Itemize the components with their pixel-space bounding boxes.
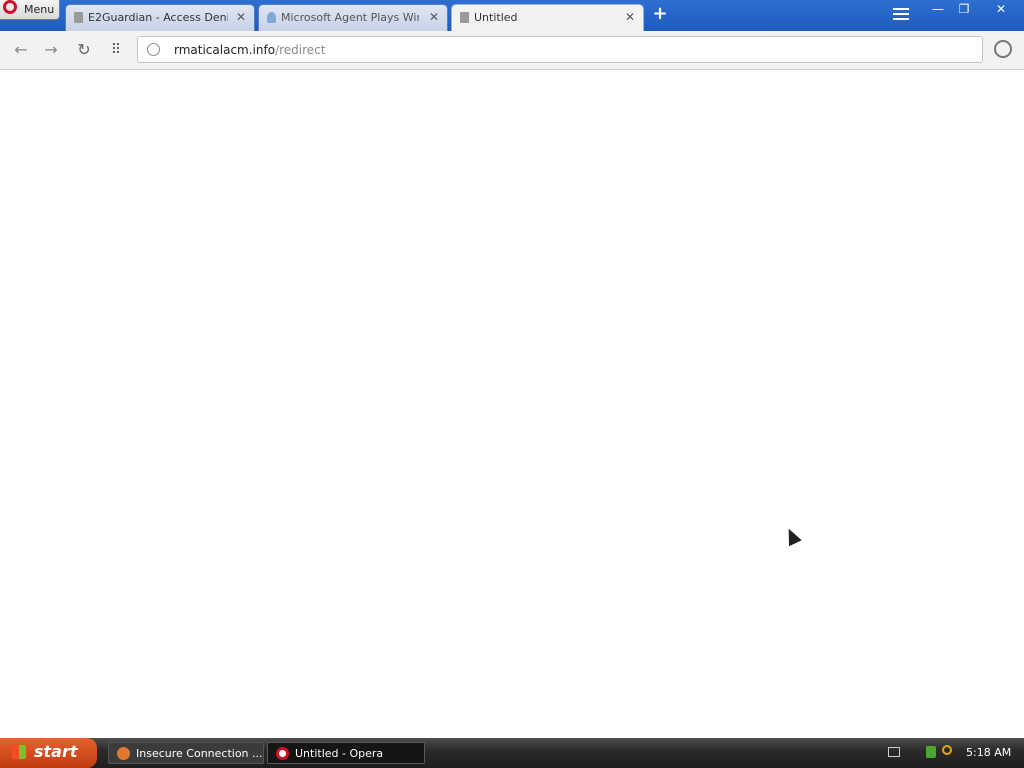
url-text: rmaticalacm.info/redirect	[174, 43, 325, 57]
tab-microsoft-agent[interactable]: Microsoft Agent Plays Windo ✕	[258, 4, 448, 31]
close-tab-icon[interactable]: ✕	[429, 10, 439, 24]
url-host: rmaticalacm.info	[174, 43, 276, 57]
tab-title: E2Guardian - Access Denied	[88, 11, 228, 24]
agent-icon	[267, 12, 276, 23]
start-button[interactable]: start	[0, 738, 97, 768]
tab-strip: Menu E2Guardian - Access Denied ✕ Micros…	[0, 0, 1024, 31]
network-icon[interactable]	[926, 746, 936, 758]
navigation-toolbar: ← → ↻ ⠿ rmaticalacm.info/redirect	[0, 31, 1024, 70]
search-icon[interactable]	[942, 745, 952, 755]
grid-icon[interactable]: ⠿	[107, 41, 125, 59]
opera-menu-button[interactable]: Menu	[0, 0, 60, 20]
address-bar[interactable]: rmaticalacm.info/redirect	[137, 36, 983, 63]
close-window-button[interactable]: ✕	[990, 0, 1012, 18]
new-tab-button[interactable]: +	[651, 5, 669, 23]
opera-icon	[276, 747, 289, 760]
menu-label: Menu	[24, 3, 55, 16]
firefox-icon	[117, 747, 130, 760]
url-path: /redirect	[275, 43, 326, 57]
page-icon	[460, 12, 469, 23]
task-label: Untitled - Opera	[295, 747, 384, 760]
close-tab-icon[interactable]: ✕	[236, 10, 246, 24]
taskbar: start Insecure Connection ... Untitled -…	[0, 738, 1024, 768]
start-label: start	[34, 742, 78, 761]
opera-window: Menu E2Guardian - Access Denied ✕ Micros…	[0, 0, 1024, 768]
tab-title: Untitled	[474, 11, 518, 24]
keyboard-icon[interactable]	[888, 747, 900, 757]
task-label: Insecure Connection ...	[136, 747, 263, 760]
tab-e2guardian[interactable]: E2Guardian - Access Denied ✕	[65, 4, 255, 31]
close-tab-icon[interactable]: ✕	[625, 10, 635, 24]
back-arrow-icon[interactable]: ←	[12, 41, 30, 59]
tab-untitled[interactable]: Untitled ✕	[451, 4, 644, 31]
reload-icon[interactable]: ↻	[75, 41, 93, 59]
minimize-button[interactable]: —	[928, 0, 948, 18]
opera-logo-icon	[3, 0, 17, 14]
forward-arrow-icon[interactable]: →	[42, 41, 60, 59]
page-content	[0, 70, 1024, 738]
clock: 5:18 AM	[966, 746, 1012, 759]
tab-title: Microsoft Agent Plays Windo	[281, 11, 419, 24]
tab-menu-icon[interactable]	[893, 8, 909, 22]
restore-button[interactable]: ❐	[954, 0, 974, 18]
task-opera[interactable]: Untitled - Opera	[267, 742, 425, 764]
task-firefox[interactable]: Insecure Connection ...	[108, 742, 264, 764]
windows-logo-icon	[12, 745, 26, 759]
site-info-icon[interactable]	[147, 43, 160, 56]
page-icon	[74, 12, 83, 23]
user-icon[interactable]	[994, 40, 1012, 58]
